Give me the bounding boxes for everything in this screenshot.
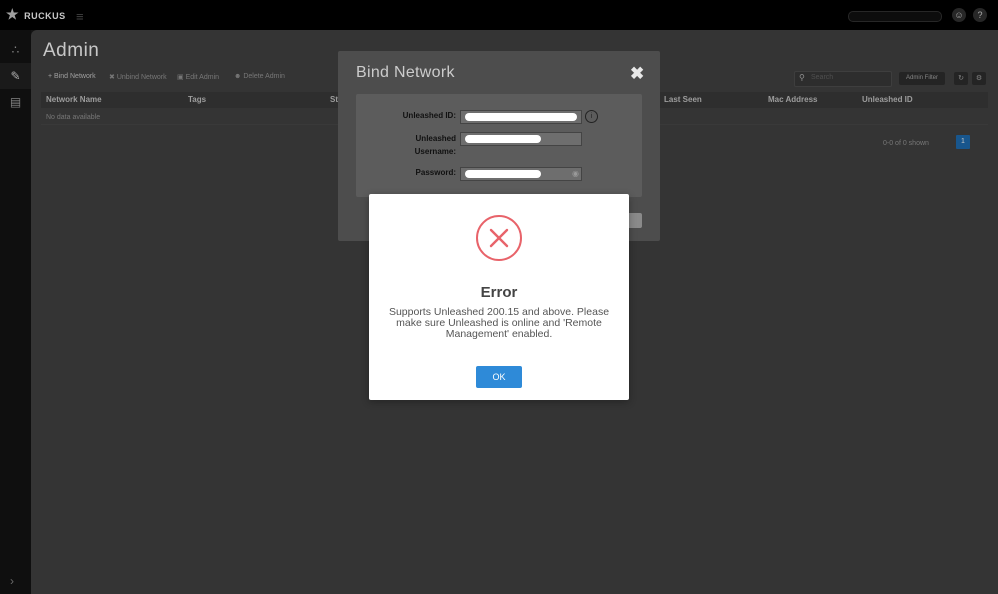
username-field[interactable] — [460, 132, 582, 146]
bind-form: Unleashed ID: i Unleashed Username: Pass… — [356, 94, 642, 197]
dialog-title: Bind Network — [356, 64, 455, 81]
error-title: Error — [480, 284, 518, 301]
eye-icon[interactable]: ◉ — [572, 169, 579, 178]
password-field[interactable]: ◉ — [460, 167, 582, 181]
close-icon[interactable]: ✖ — [630, 64, 644, 84]
password-label: Password: — [415, 168, 456, 177]
unleashed-id-value — [465, 113, 577, 121]
error-message: Supports Unleashed 200.15 and above. Ple… — [388, 306, 610, 340]
unleashed-id-field[interactable] — [460, 110, 582, 124]
password-value — [465, 170, 541, 178]
username-label: Unleashed Username: — [414, 134, 456, 156]
unleashed-id-label: Unleashed ID: — [402, 111, 456, 120]
ok-button[interactable]: OK — [476, 366, 522, 388]
error-x-icon — [476, 215, 522, 261]
error-x-glyph — [489, 228, 509, 248]
info-icon[interactable]: i — [585, 110, 598, 123]
error-dialog: Error Supports Unleashed 200.15 and abov… — [369, 194, 629, 400]
username-value — [465, 135, 541, 143]
